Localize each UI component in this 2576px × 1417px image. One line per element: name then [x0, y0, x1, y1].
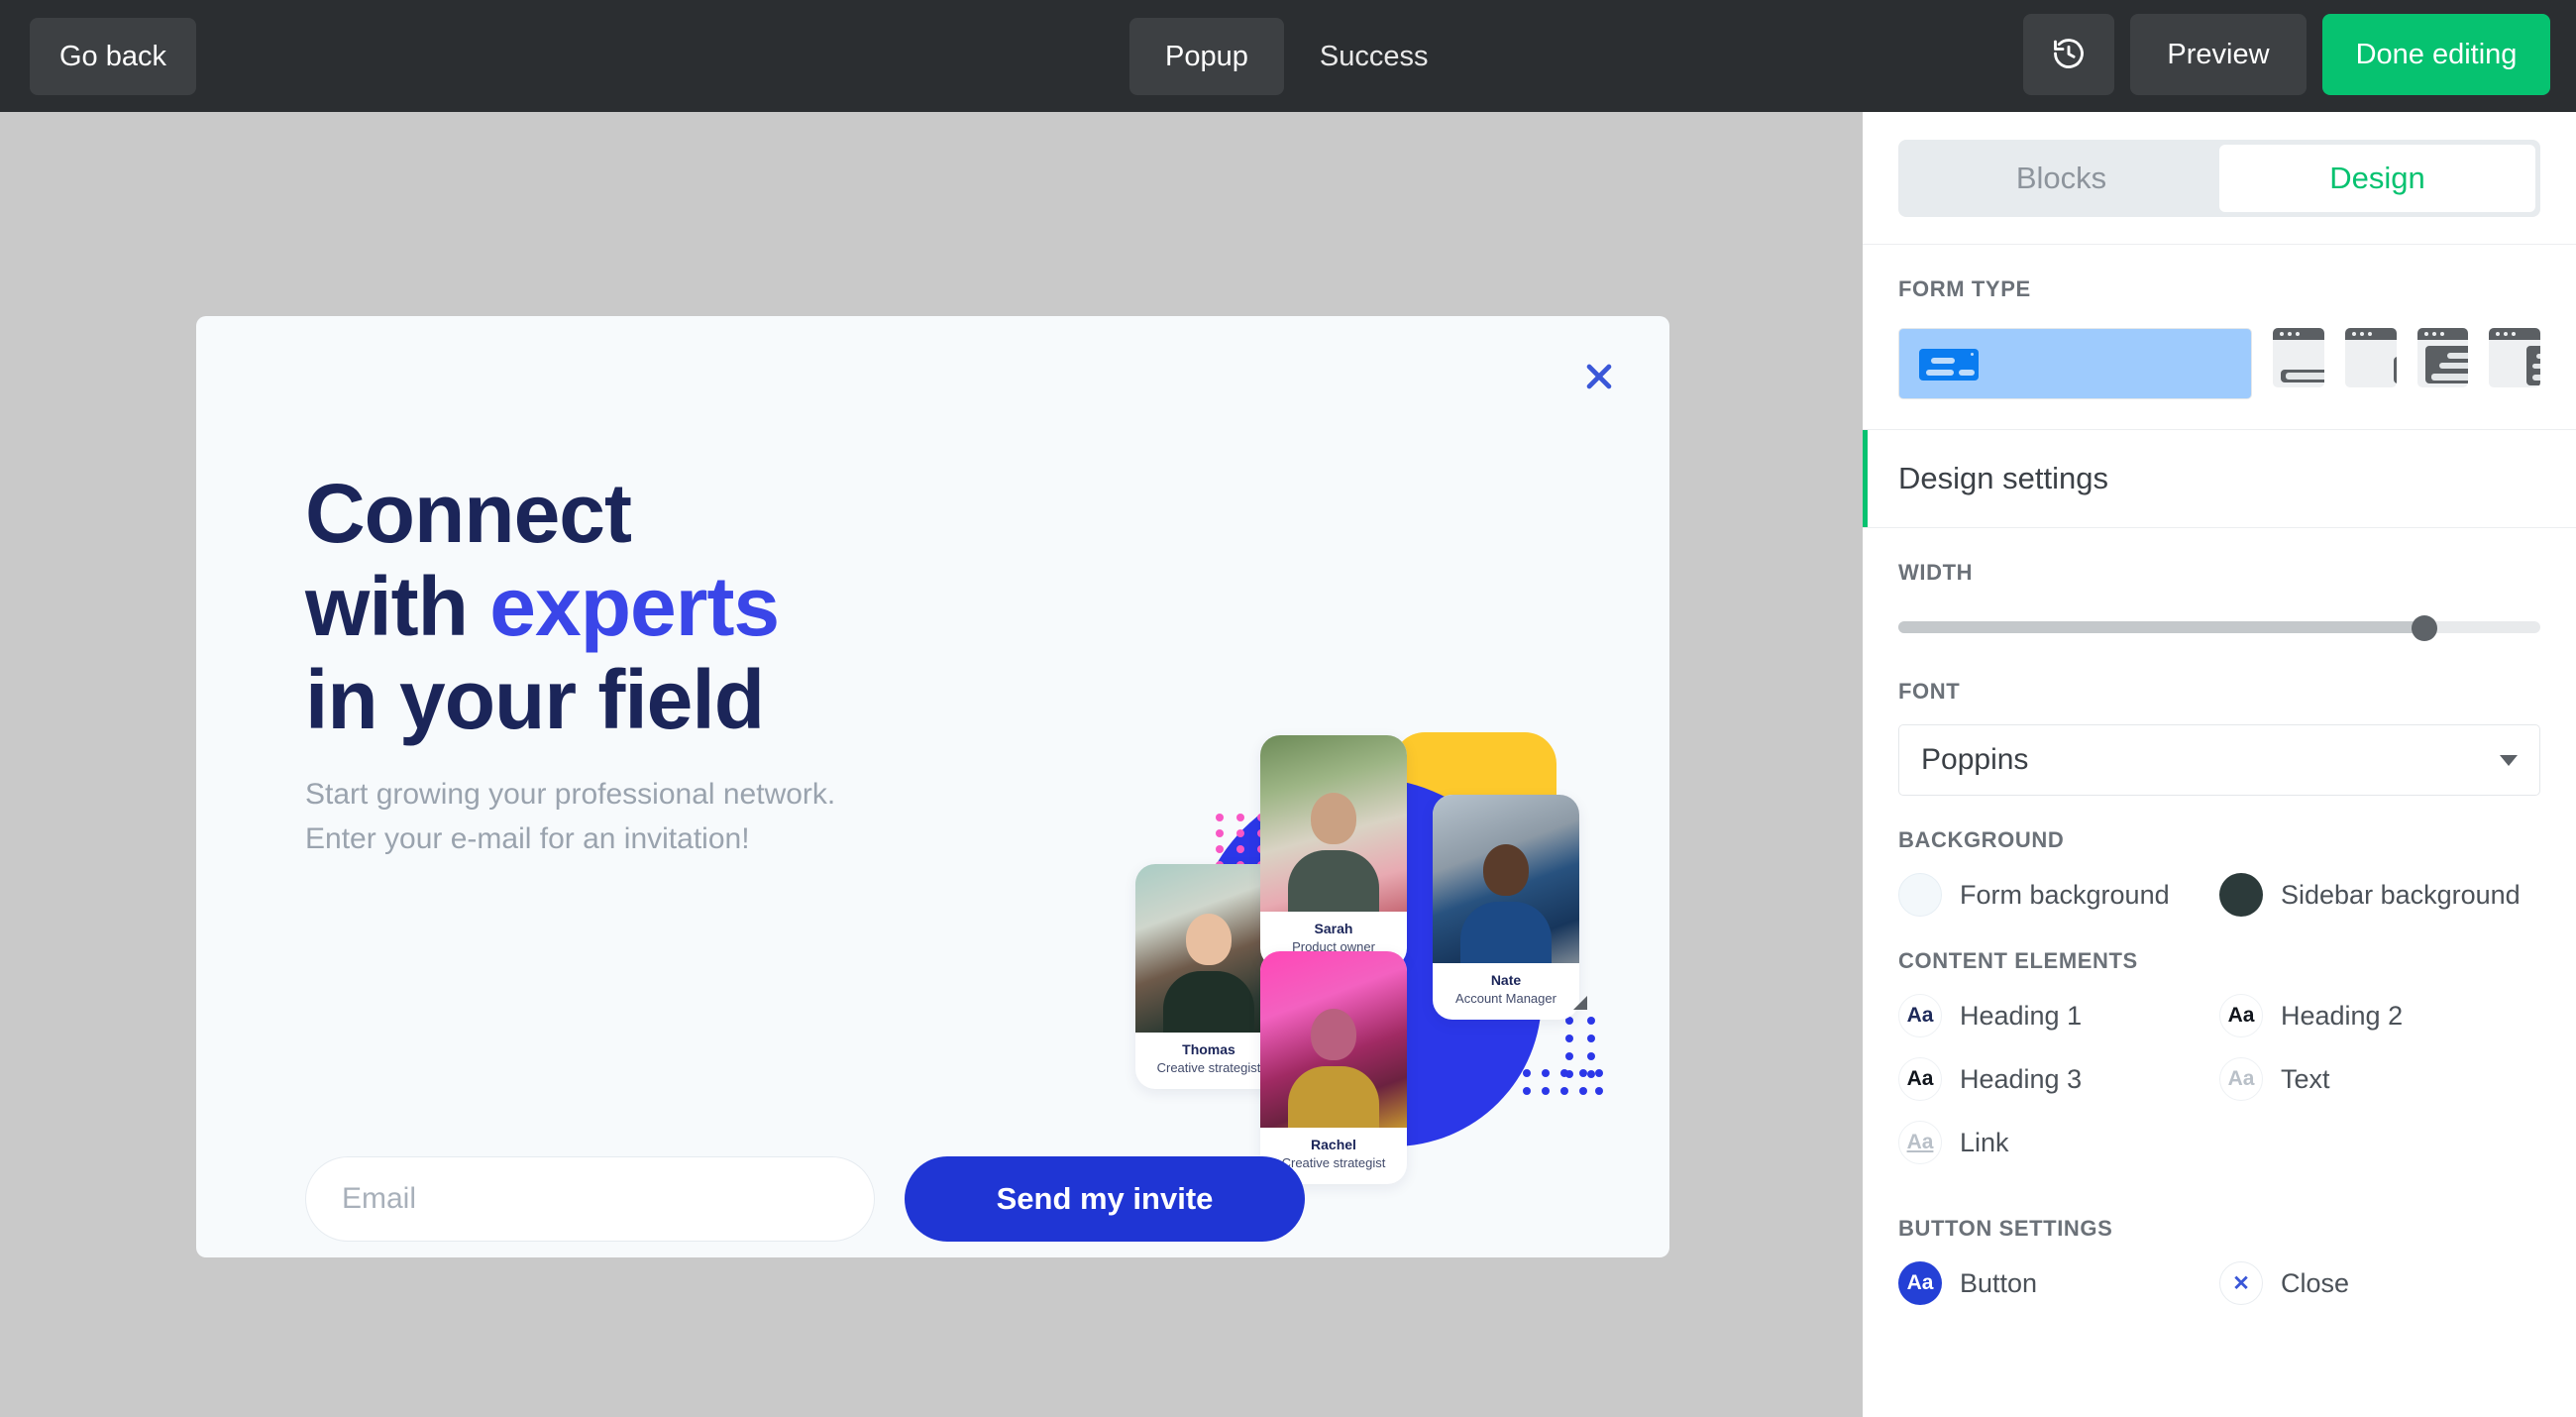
popup-illustration: Thomas Creative strategist Sarah Product… — [1135, 710, 1669, 1226]
profile-role: Creative strategist — [1139, 1059, 1278, 1077]
profile-photo-rachel — [1260, 951, 1407, 1128]
text-style-icon: Aa — [2219, 1057, 2263, 1101]
content-element-heading-2[interactable]: Aa Heading 2 — [2219, 994, 2540, 1037]
tab-success[interactable]: Success — [1284, 18, 1464, 95]
popup-copy-block: Connect with experts in your field Start… — [305, 467, 919, 861]
editor-canvas[interactable]: Connect with experts in your field Start… — [0, 112, 1863, 1417]
close-style-option[interactable]: ✕ Close — [2219, 1261, 2540, 1305]
design-settings-accent-bar — [1863, 430, 1868, 527]
background-option-sidebar[interactable]: Sidebar background — [2219, 873, 2540, 917]
content-element-heading-1[interactable]: Aa Heading 1 — [1898, 994, 2219, 1037]
profile-card-rachel: Rachel Creative strategist — [1260, 951, 1407, 1184]
popup-subtext-line-1: Start growing your professional network. — [305, 772, 919, 817]
button-settings-label-item: Close — [2281, 1268, 2349, 1299]
button-style-option[interactable]: Aa Button — [1898, 1261, 2219, 1305]
content-element-label: Heading 2 — [2281, 1001, 2403, 1032]
width-slider-thumb[interactable] — [2412, 615, 2437, 641]
profile-role: Account Manager — [1437, 990, 1575, 1008]
popup-preview[interactable]: Connect with experts in your field Start… — [196, 316, 1669, 1257]
design-sidebar: Blocks Design FORM TYPE — [1863, 112, 2576, 1417]
headline-line-3: in your field — [305, 653, 919, 746]
headline-line-2-plain: with — [305, 560, 489, 653]
width-slider-fill — [1898, 621, 2424, 633]
history-restore-button[interactable] — [2023, 14, 2114, 95]
profile-card-nate: Nate Account Manager — [1433, 795, 1579, 1020]
headline-line-1: Connect — [305, 467, 919, 560]
sidebar-divider — [1863, 244, 2576, 245]
button-settings-label: BUTTON SETTINGS — [1898, 1216, 2540, 1242]
sidebar-segmented-control: Blocks Design — [1898, 140, 2540, 217]
popup-subtext-line-2: Enter your e-mail for an invitation! — [305, 817, 919, 861]
popup-close-button[interactable] — [1576, 354, 1622, 399]
font-select[interactable]: Poppins — [1898, 724, 2540, 796]
profile-name: Thomas — [1139, 1041, 1278, 1059]
form-type-full-overlay[interactable] — [2417, 328, 2469, 387]
design-settings-label: Design settings — [1898, 461, 2108, 496]
popup-form: Send my invite — [305, 1156, 1305, 1242]
toolbar-actions: Preview Done editing — [2023, 14, 2550, 95]
content-element-options: Aa Heading 1 Aa Heading 2 Aa Heading 3 A… — [1898, 994, 2540, 1164]
content-element-label: Heading 3 — [1960, 1064, 2082, 1095]
close-style-icon: ✕ — [2219, 1261, 2263, 1305]
font-select-value: Poppins — [1921, 743, 2028, 777]
link-style-icon: Aa — [1898, 1121, 1942, 1164]
background-option-label: Sidebar background — [2281, 880, 2521, 911]
form-type-bottom-bar[interactable] — [2273, 328, 2324, 387]
font-label: FONT — [1898, 679, 2540, 705]
heading-3-style-icon: Aa — [1898, 1057, 1942, 1101]
history-restore-icon — [2051, 36, 2087, 74]
headline-line-2: with experts — [305, 560, 919, 653]
send-invite-button[interactable]: Send my invite — [905, 1156, 1305, 1242]
sidebar-tab-design[interactable]: Design — [2219, 145, 2535, 212]
width-slider[interactable] — [1898, 607, 2540, 647]
page-tabs: Popup Success — [1129, 18, 1463, 95]
form-type-options — [1898, 328, 2540, 399]
popup-headline: Connect with experts in your field — [305, 467, 919, 746]
resize-grip-icon[interactable] — [1568, 995, 1588, 1015]
sidebar-background-swatch-icon — [2219, 873, 2263, 917]
button-settings-label-item: Button — [1960, 1268, 2037, 1299]
content-element-label: Text — [2281, 1064, 2330, 1095]
design-settings-row[interactable]: Design settings — [1863, 429, 2576, 528]
background-label: BACKGROUND — [1898, 827, 2540, 853]
heading-2-style-icon: Aa — [2219, 994, 2263, 1037]
content-elements-label: CONTENT ELEMENTS — [1898, 948, 2540, 974]
content-element-heading-3[interactable]: Aa Heading 3 — [1898, 1057, 2219, 1101]
form-type-bottom-right-card[interactable] — [2345, 328, 2397, 387]
background-options: Form background Sidebar background — [1898, 873, 2540, 917]
tab-popup[interactable]: Popup — [1129, 18, 1284, 95]
content-element-link[interactable]: Aa Link — [1898, 1121, 2219, 1164]
go-back-button[interactable]: Go back — [30, 18, 196, 95]
width-label: WIDTH — [1898, 560, 2540, 586]
profile-name: Rachel — [1264, 1137, 1403, 1154]
sidebar-tab-blocks[interactable]: Blocks — [1903, 145, 2219, 212]
content-element-label: Heading 1 — [1960, 1001, 2082, 1032]
profile-card-sarah: Sarah Product owner — [1260, 735, 1407, 968]
form-background-swatch-icon — [1898, 873, 1942, 917]
email-input[interactable] — [305, 1156, 875, 1242]
profile-name: Nate — [1437, 972, 1575, 990]
form-type-side-panel[interactable] — [2489, 328, 2540, 387]
heading-1-style-icon: Aa — [1898, 994, 1942, 1037]
button-style-icon: Aa — [1898, 1261, 1942, 1305]
profile-name: Sarah — [1264, 921, 1403, 938]
background-option-label: Form background — [1960, 880, 2170, 911]
headline-line-2-accent: experts — [489, 560, 779, 653]
top-toolbar: Go back Popup Success Preview Done editi… — [0, 0, 2576, 112]
illustration-blue-dot-rows — [1522, 1067, 1603, 1109]
content-element-text[interactable]: Aa Text — [2219, 1057, 2540, 1101]
background-option-form[interactable]: Form background — [1898, 873, 2219, 917]
content-element-label: Link — [1960, 1128, 2009, 1158]
form-type-label: FORM TYPE — [1898, 276, 2540, 302]
popup-subtext: Start growing your professional network.… — [305, 772, 919, 861]
form-type-modal-center[interactable] — [1898, 328, 2252, 399]
chevron-down-icon — [2500, 755, 2518, 766]
done-editing-button[interactable]: Done editing — [2322, 14, 2550, 95]
profile-photo-nate — [1433, 795, 1579, 963]
button-settings-options: Aa Button ✕ Close — [1898, 1261, 2540, 1305]
profile-photo-sarah — [1260, 735, 1407, 912]
close-x-icon — [1582, 360, 1616, 393]
preview-button[interactable]: Preview — [2130, 14, 2307, 95]
